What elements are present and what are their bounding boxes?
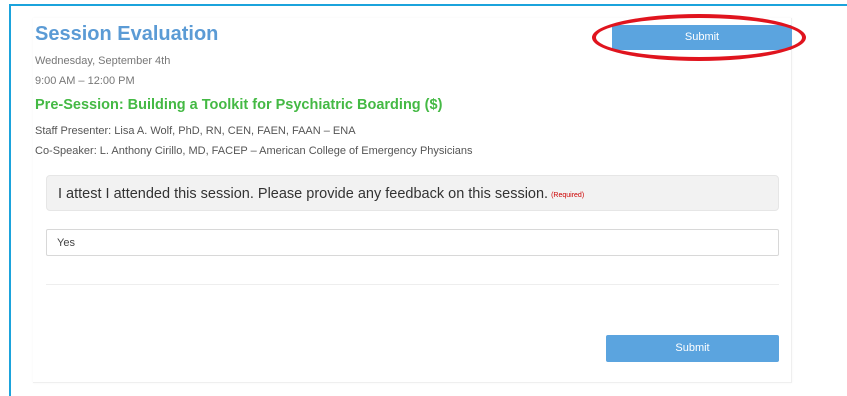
question-text: I attest I attended this session. Please…	[58, 186, 549, 202]
submit-button-bottom[interactable]: Submit	[606, 335, 779, 362]
feedback-input[interactable]	[46, 229, 779, 256]
staff-presenter: Staff Presenter: Lisa A. Wolf, PhD, RN, …	[35, 125, 356, 137]
question-label: I attest I attended this session. Please…	[58, 185, 584, 205]
submit-button-top[interactable]: Submit	[612, 25, 792, 50]
session-time: 9:00 AM – 12:00 PM	[35, 75, 135, 87]
session-date: Wednesday, September 4th	[35, 55, 171, 67]
required-indicator: (Required)	[551, 192, 585, 199]
question-box: I attest I attended this session. Please…	[46, 175, 779, 211]
page-title: Session Evaluation	[35, 23, 219, 45]
session-title: Pre-Session: Building a Toolkit for Psyc…	[35, 97, 443, 113]
divider	[46, 284, 779, 285]
co-speaker: Co-Speaker: L. Anthony Cirillo, MD, FACE…	[35, 145, 473, 157]
